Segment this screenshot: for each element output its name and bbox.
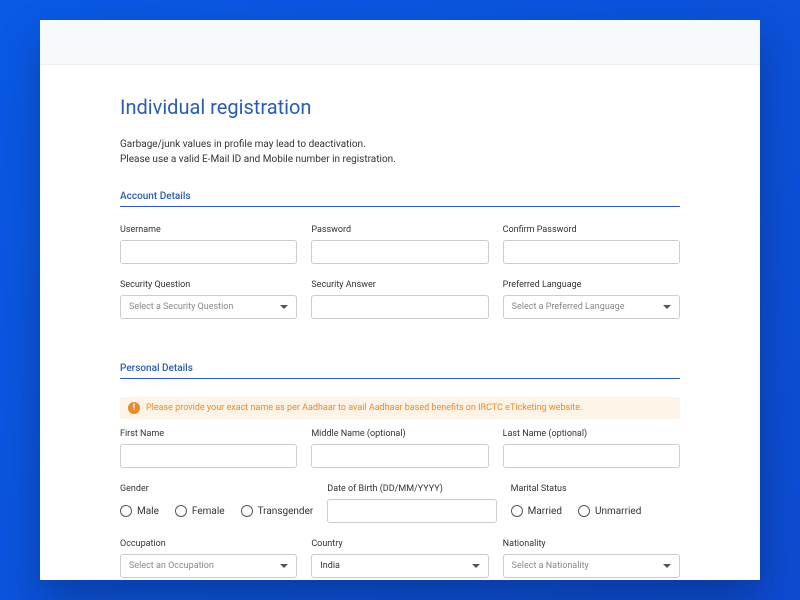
occupation-label: Occupation: [120, 539, 297, 549]
preferred-language-label: Preferred Language: [503, 280, 680, 290]
security-question-select[interactable]: Select a Security Question: [120, 295, 297, 319]
marital-status-label: Marital Status: [511, 484, 680, 494]
gender-radio-male[interactable]: Male: [120, 505, 159, 517]
section-header-account: Account Details: [120, 191, 680, 207]
chevron-down-icon: [280, 564, 288, 568]
username-label: Username: [120, 225, 297, 235]
content-area: Individual registration Garbage/junk val…: [40, 65, 760, 580]
warning-icon: !: [128, 402, 140, 414]
chevron-down-icon: [663, 305, 671, 309]
gender-male-label: Male: [137, 506, 159, 517]
aadhaar-alert-text: Please provide your exact name as per Aa…: [146, 403, 582, 413]
middle-name-input[interactable]: [311, 444, 488, 468]
nationality-select[interactable]: Select a Nationality: [503, 554, 680, 578]
dob-input[interactable]: [327, 499, 496, 523]
radio-icon: [175, 505, 187, 517]
marital-unmarried-label: Unmarried: [595, 506, 641, 517]
radio-icon: [578, 505, 590, 517]
password-label: Password: [311, 225, 488, 235]
security-question-placeholder: Select a Security Question: [129, 302, 233, 312]
radio-icon: [120, 505, 132, 517]
top-bar: [40, 20, 760, 65]
preferred-language-select[interactable]: Select a Preferred Language: [503, 295, 680, 319]
last-name-input[interactable]: [503, 444, 680, 468]
gender-label: Gender: [120, 484, 313, 494]
radio-icon: [511, 505, 523, 517]
security-question-label: Security Question: [120, 280, 297, 290]
country-value: India: [320, 561, 340, 571]
gender-radio-transgender[interactable]: Transgender: [241, 505, 314, 517]
middle-name-label: Middle Name (optional): [311, 429, 488, 439]
intro-text: Garbage/junk values in profile may lead …: [120, 137, 680, 167]
country-select[interactable]: India: [311, 554, 488, 578]
first-name-input[interactable]: [120, 444, 297, 468]
gender-transgender-label: Transgender: [258, 506, 314, 517]
marital-radio-unmarried[interactable]: Unmarried: [578, 505, 641, 517]
password-input[interactable]: [311, 240, 488, 264]
section-header-personal: Personal Details: [120, 363, 680, 379]
page-title: Individual registration: [120, 95, 680, 119]
occupation-select[interactable]: Select an Occupation: [120, 554, 297, 578]
first-name-label: First Name: [120, 429, 297, 439]
radio-icon: [241, 505, 253, 517]
intro-line-1: Garbage/junk values in profile may lead …: [120, 137, 680, 152]
gender-female-label: Female: [192, 506, 225, 517]
chevron-down-icon: [280, 305, 288, 309]
security-answer-input[interactable]: [311, 295, 488, 319]
nationality-placeholder: Select a Nationality: [512, 561, 589, 571]
nationality-label: Nationality: [503, 539, 680, 549]
gender-radio-female[interactable]: Female: [175, 505, 225, 517]
chevron-down-icon: [472, 564, 480, 568]
dob-label: Date of Birth (DD/MM/YYYY): [327, 484, 496, 494]
aadhaar-alert: ! Please provide your exact name as per …: [120, 397, 680, 419]
marital-married-label: Married: [528, 506, 562, 517]
security-answer-label: Security Answer: [311, 280, 488, 290]
intro-line-2: Please use a valid E-Mail ID and Mobile …: [120, 152, 680, 167]
registration-card: Individual registration Garbage/junk val…: [40, 20, 760, 580]
confirm-password-input[interactable]: [503, 240, 680, 264]
country-label: Country: [311, 539, 488, 549]
chevron-down-icon: [663, 564, 671, 568]
marital-radio-married[interactable]: Married: [511, 505, 562, 517]
preferred-language-placeholder: Select a Preferred Language: [512, 302, 625, 312]
last-name-label: Last Name (optional): [503, 429, 680, 439]
confirm-password-label: Confirm Password: [503, 225, 680, 235]
username-input[interactable]: [120, 240, 297, 264]
occupation-placeholder: Select an Occupation: [129, 561, 214, 571]
